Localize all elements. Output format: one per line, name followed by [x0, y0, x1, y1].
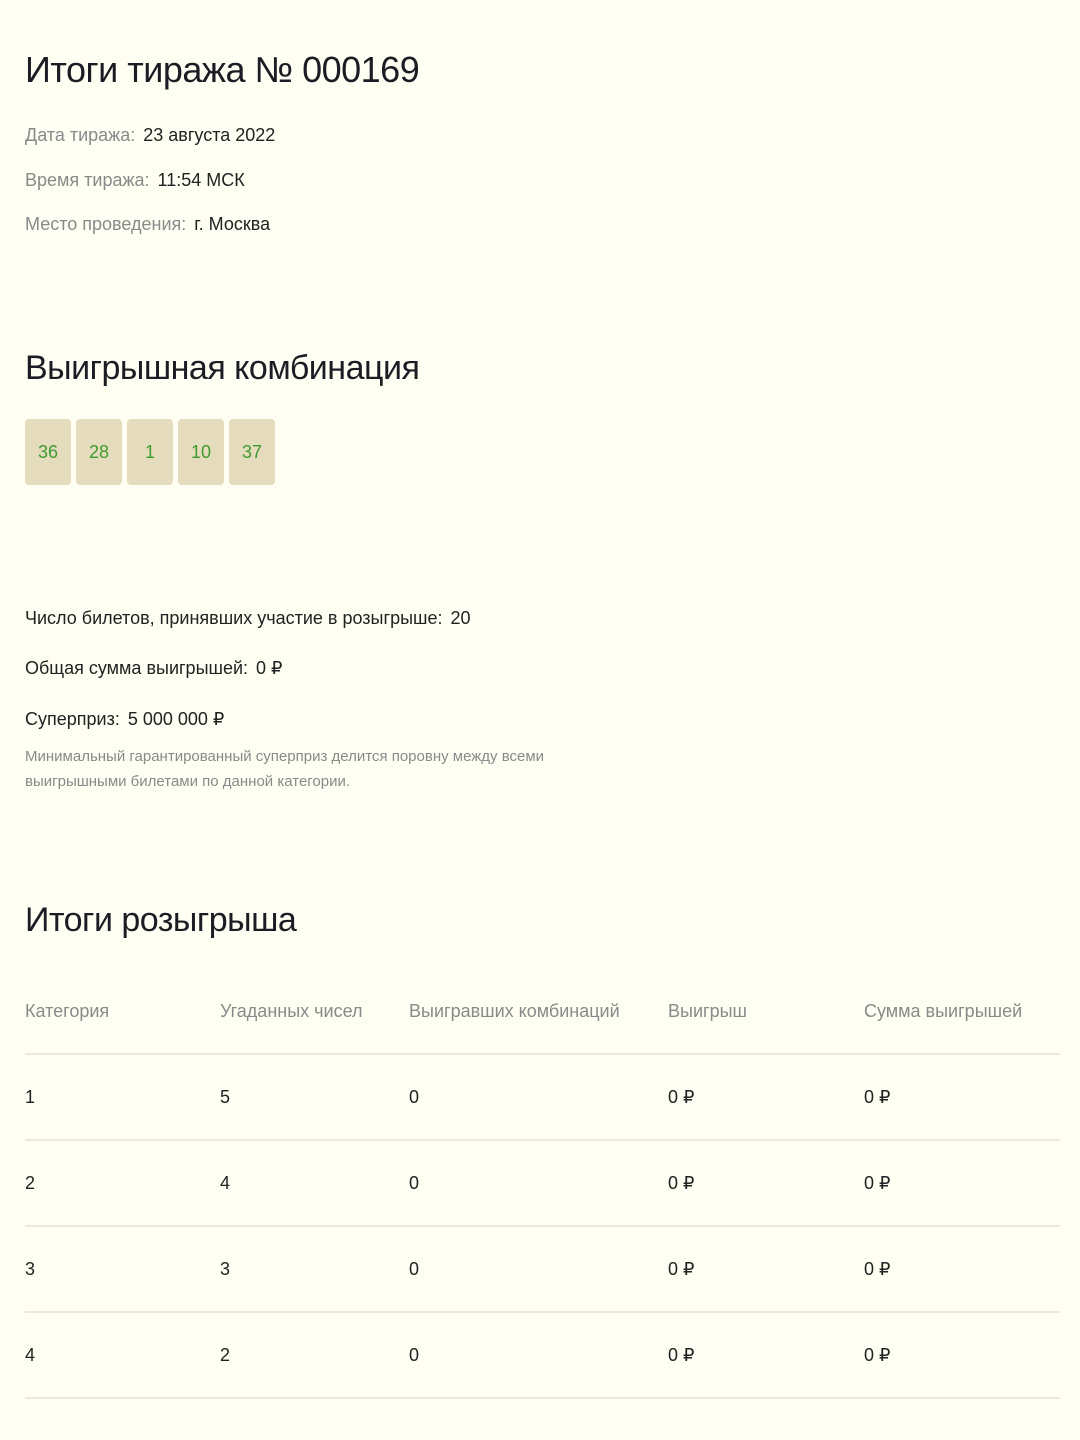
- cell-category: 2: [25, 1173, 36, 1193]
- column-header-matched: Угаданных чисел: [220, 1001, 363, 1021]
- cell-prize: 0 ₽: [668, 1259, 695, 1279]
- cell-prize-total: 0 ₽: [864, 1087, 891, 1107]
- total-winnings-value: 0 ₽: [256, 658, 283, 678]
- winning-number: 28: [76, 419, 122, 485]
- table-row: 1 5 0 0 ₽ 0 ₽: [25, 1055, 1060, 1141]
- page-title: Итоги тиража № 000169: [25, 49, 420, 90]
- total-winnings: Общая сумма выигрышей: 0 ₽: [25, 657, 282, 679]
- draw-place-value: г. Москва: [194, 214, 271, 234]
- draw-date-label: Дата тиража:: [25, 125, 136, 145]
- total-winnings-label: Общая сумма выигрышей:: [25, 658, 249, 678]
- draw-place: Место проведения: г. Москва: [25, 213, 270, 235]
- cell-matched: 4: [220, 1173, 231, 1193]
- cell-prize: 0 ₽: [668, 1173, 695, 1193]
- cell-matched: 5: [220, 1087, 231, 1107]
- winning-number: 37: [229, 419, 275, 485]
- draw-date-value: 23 августа 2022: [143, 125, 276, 145]
- superprize-value: 5 000 000 ₽: [127, 709, 225, 729]
- cell-matched: 3: [220, 1259, 231, 1279]
- winning-number: 36: [25, 419, 71, 485]
- column-header-prize: Выигрыш: [668, 1001, 747, 1021]
- cell-prize-total: 0 ₽: [864, 1259, 891, 1279]
- winning-number: 10: [178, 419, 224, 485]
- column-header-winning-combos: Выигравших комбинаций: [409, 1001, 620, 1021]
- winning-combination: 36 28 1 10 37: [25, 419, 275, 485]
- draw-time-label: Время тиража:: [25, 170, 150, 190]
- results-title: Итоги розыгрыша: [25, 901, 297, 939]
- cell-winning-combos: 0: [409, 1345, 420, 1365]
- cell-category: 3: [25, 1259, 36, 1279]
- superprize: Суперприз: 5 000 000 ₽: [25, 708, 224, 730]
- draw-time-value: 11:54 МСК: [157, 170, 245, 190]
- cell-category: 1: [25, 1087, 36, 1107]
- draw-results-page: Итоги тиража № 000169 Дата тиража: 23 авг…: [25, 0, 1060, 1440]
- cell-winning-combos: 0: [409, 1087, 420, 1107]
- cell-category: 4: [25, 1345, 36, 1365]
- cell-prize: 0 ₽: [668, 1087, 695, 1107]
- draw-place-label: Место проведения:: [25, 214, 187, 234]
- tickets-count-label: Число билетов, принявших участие в розыг…: [25, 608, 443, 628]
- table-row: 2 4 0 0 ₽ 0 ₽: [25, 1141, 1060, 1227]
- cell-prize-total: 0 ₽: [864, 1345, 891, 1365]
- cell-winning-combos: 0: [409, 1259, 420, 1279]
- cell-prize: 0 ₽: [668, 1345, 695, 1365]
- superprize-note: Минимальный гарантированный суперприз де…: [25, 748, 545, 790]
- draw-date: Дата тиража: 23 августа 2022: [25, 124, 275, 146]
- superprize-label: Суперприз:: [25, 709, 120, 729]
- draw-time: Время тиража: 11:54 МСК: [25, 169, 245, 191]
- table-header: Категория Угаданных чисел Выигравших ком…: [25, 968, 1060, 1055]
- column-header-category: Категория: [25, 1001, 110, 1021]
- winning-combination-title: Выигрышная комбинация: [25, 349, 420, 387]
- cell-prize-total: 0 ₽: [864, 1173, 891, 1193]
- results-table: Категория Угаданных чисел Выигравших ком…: [25, 968, 1060, 1399]
- cell-matched: 2: [220, 1345, 231, 1365]
- column-header-prize-total: Сумма выигрышей: [864, 1001, 1023, 1021]
- cell-winning-combos: 0: [409, 1173, 420, 1193]
- tickets-count-value: 20: [450, 608, 471, 628]
- winning-number: 1: [127, 419, 173, 485]
- tickets-count: Число билетов, принявших участие в розыг…: [25, 607, 471, 629]
- table-row: 3 3 0 0 ₽ 0 ₽: [25, 1227, 1060, 1313]
- table-row: 4 2 0 0 ₽ 0 ₽: [25, 1313, 1060, 1399]
